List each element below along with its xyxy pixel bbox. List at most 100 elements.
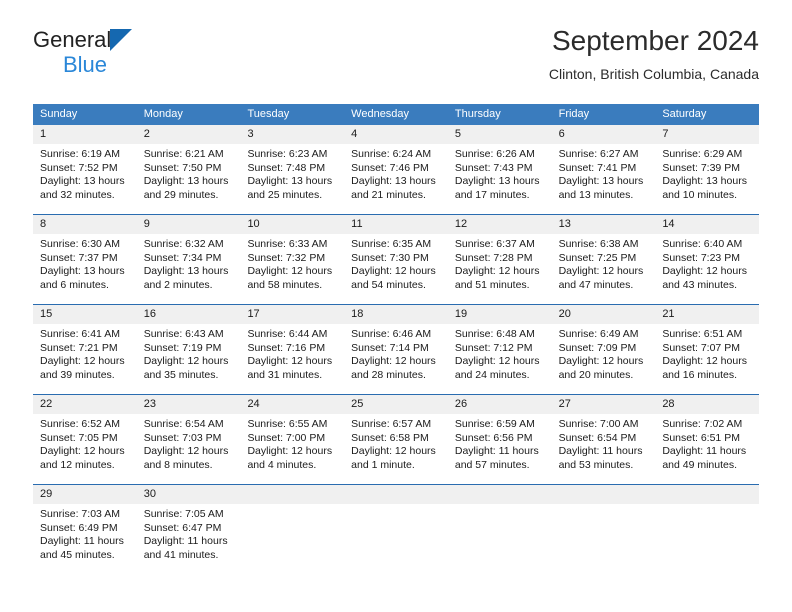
- day-number[interactable]: 18: [344, 305, 448, 324]
- day-cell[interactable]: Sunrise: 6:33 AM Sunset: 7:32 PM Daylight:…: [240, 234, 344, 304]
- day-cell[interactable]: Sunrise: 6:54 AM Sunset: 7:03 PM Daylight:…: [137, 414, 241, 484]
- day-cell[interactable]: Sunrise: 6:48 AM Sunset: 7:12 PM Daylight:…: [448, 324, 552, 394]
- day-info-line: Sunset: 7:37 PM: [40, 251, 118, 264]
- day-number[interactable]: 23: [137, 395, 241, 414]
- day-info-line: Sunset: 7:14 PM: [351, 341, 429, 354]
- day-cell[interactable]: Sunrise: 6:44 AM Sunset: 7:16 PM Daylight:…: [240, 324, 344, 394]
- day-info-line: Daylight: 12 hours: [247, 265, 333, 278]
- logo-word-general: General: [33, 27, 112, 52]
- day-info-line: and 51 minutes.: [454, 278, 530, 291]
- day-number[interactable]: 29: [33, 485, 137, 504]
- day-cell[interactable]: Sunrise: 7:00 AM Sunset: 6:54 PM Daylight:…: [552, 414, 656, 484]
- day-info-line: and 43 minutes.: [662, 278, 738, 291]
- day-number[interactable]: 3: [240, 125, 344, 144]
- day-number[interactable]: 14: [655, 215, 759, 234]
- day-cell[interactable]: Sunrise: 6:55 AM Sunset: 7:00 PM Daylight:…: [240, 414, 344, 484]
- day-cell[interactable]: Sunrise: 7:05 AM Sunset: 6:47 PM Daylight:…: [137, 504, 241, 574]
- day-info-line: and 47 minutes.: [558, 278, 634, 291]
- day-cell[interactable]: Sunrise: 6:37 AM Sunset: 7:28 PM Daylight:…: [448, 234, 552, 304]
- week-date-band: 8 9 10 11 12 13 14: [33, 215, 759, 234]
- day-cell[interactable]: Sunrise: 6:29 AM Sunset: 7:39 PM Daylight:…: [655, 144, 759, 214]
- day-number[interactable]: 26: [448, 395, 552, 414]
- day-info-line: Daylight: 13 hours: [143, 265, 229, 278]
- day-info-line: Sunset: 7:07 PM: [662, 341, 740, 354]
- day-cell[interactable]: Sunrise: 6:51 AM Sunset: 7:07 PM Daylight:…: [655, 324, 759, 394]
- day-info-line: Sunset: 7:21 PM: [40, 341, 118, 354]
- day-number[interactable]: 21: [655, 305, 759, 324]
- day-cell[interactable]: Sunrise: 6:30 AM Sunset: 7:37 PM Daylight:…: [33, 234, 137, 304]
- day-cell[interactable]: Sunrise: 6:43 AM Sunset: 7:19 PM Daylight:…: [137, 324, 241, 394]
- day-number[interactable]: 4: [344, 125, 448, 144]
- day-cell[interactable]: Sunrise: 6:41 AM Sunset: 7:21 PM Daylight:…: [33, 324, 137, 394]
- day-info-line: Sunrise: 6:30 AM: [40, 238, 120, 250]
- day-info-line: Sunset: 7:50 PM: [143, 161, 222, 174]
- day-info-line: Daylight: 12 hours: [662, 355, 747, 368]
- day-number[interactable]: 30: [137, 485, 241, 504]
- day-info-line: Daylight: 12 hours: [558, 355, 644, 368]
- day-number[interactable]: 20: [552, 305, 656, 324]
- day-cell[interactable]: Sunrise: 6:38 AM Sunset: 7:25 PM Daylight:…: [552, 234, 656, 304]
- day-info-line: Sunrise: 6:35 AM: [351, 238, 432, 250]
- page-header: General Blue September 2024 Clinton, Bri…: [33, 25, 759, 98]
- day-number[interactable]: 1: [33, 125, 137, 144]
- day-number[interactable]: 15: [33, 305, 137, 324]
- day-number[interactable]: 5: [448, 125, 552, 144]
- day-info-line: and 2 minutes.: [143, 278, 213, 291]
- day-number[interactable]: 9: [137, 215, 241, 234]
- day-info-line: and 17 minutes.: [454, 188, 530, 201]
- day-number[interactable]: 8: [33, 215, 137, 234]
- day-info-line: Sunset: 6:58 PM: [351, 431, 429, 444]
- day-cell[interactable]: Sunrise: 7:03 AM Sunset: 6:49 PM Daylight:…: [33, 504, 137, 574]
- day-number[interactable]: 16: [137, 305, 241, 324]
- day-cell[interactable]: Sunrise: 6:40 AM Sunset: 7:23 PM Daylight:…: [655, 234, 759, 304]
- day-number[interactable]: 25: [344, 395, 448, 414]
- day-info-line: Sunrise: 6:57 AM: [351, 418, 432, 430]
- day-info-line: Daylight: 11 hours: [143, 535, 228, 548]
- day-number[interactable]: 27: [552, 395, 656, 414]
- day-cell[interactable]: Sunrise: 6:21 AM Sunset: 7:50 PM Daylight:…: [137, 144, 241, 214]
- day-number[interactable]: 11: [344, 215, 448, 234]
- day-info-line: Sunset: 7:34 PM: [143, 251, 222, 264]
- day-number[interactable]: 12: [448, 215, 552, 234]
- day-number[interactable]: 22: [33, 395, 137, 414]
- day-cell[interactable]: Sunrise: 6:23 AM Sunset: 7:48 PM Daylight:…: [240, 144, 344, 214]
- calendar-page: General Blue September 2024 Clinton, Bri…: [0, 0, 792, 612]
- day-cell[interactable]: Sunrise: 6:26 AM Sunset: 7:43 PM Daylight:…: [448, 144, 552, 214]
- weekday-header-monday: Monday: [143, 108, 183, 120]
- day-info-line: and 57 minutes.: [454, 458, 530, 471]
- day-number[interactable]: 2: [137, 125, 241, 144]
- weekday-header-wednesday: Wednesday: [351, 108, 410, 120]
- day-cell[interactable]: Sunrise: 6:32 AM Sunset: 7:34 PM Daylight:…: [137, 234, 241, 304]
- calendar-weeks: 1 2 3 4 5 6 7 Sunrise: 6:19 AM Sunset: 7:52 PM Da…: [33, 125, 759, 574]
- day-cell[interactable]: Sunrise: 6:27 AM Sunset: 7:41 PM Daylight:…: [552, 144, 656, 214]
- day-cell[interactable]: Sunrise: 6:46 AM Sunset: 7:14 PM Daylight:…: [344, 324, 448, 394]
- day-info-line: and 58 minutes.: [247, 278, 323, 291]
- day-number[interactable]: 13: [552, 215, 656, 234]
- day-number[interactable]: 7: [655, 125, 759, 144]
- day-number[interactable]: 24: [240, 395, 344, 414]
- day-number-empty: [240, 485, 344, 504]
- day-info-line: Sunset: 7:16 PM: [247, 341, 326, 354]
- day-info-line: Sunset: 7:39 PM: [662, 161, 740, 174]
- weekday-header-row: Sunday Monday Tuesday Wednesday Thursday Frid…: [33, 104, 759, 125]
- day-number[interactable]: 6: [552, 125, 656, 144]
- day-cell[interactable]: Sunrise: 6:59 AM Sunset: 6:56 PM Daylight:…: [448, 414, 552, 484]
- day-number[interactable]: 19: [448, 305, 552, 324]
- day-cell[interactable]: Sunrise: 6:57 AM Sunset: 6:58 PM Daylight:…: [344, 414, 448, 484]
- day-info-line: Sunset: 7:52 PM: [40, 161, 118, 174]
- day-info-line: and 25 minutes.: [247, 188, 323, 201]
- day-info-line: Daylight: 11 hours: [40, 535, 124, 548]
- day-info-line: and 4 minutes.: [247, 458, 317, 471]
- day-cell-empty: [344, 504, 448, 574]
- day-number-empty: [655, 485, 759, 504]
- day-cell[interactable]: Sunrise: 6:19 AM Sunset: 7:52 PM Daylight:…: [33, 144, 137, 214]
- day-cell[interactable]: Sunrise: 6:35 AM Sunset: 7:30 PM Daylight:…: [344, 234, 448, 304]
- day-number[interactable]: 17: [240, 305, 344, 324]
- day-number[interactable]: 10: [240, 215, 344, 234]
- day-cell[interactable]: Sunrise: 6:49 AM Sunset: 7:09 PM Daylight:…: [552, 324, 656, 394]
- day-cell[interactable]: Sunrise: 6:24 AM Sunset: 7:46 PM Daylight:…: [344, 144, 448, 214]
- day-cell[interactable]: Sunrise: 6:52 AM Sunset: 7:05 PM Daylight:…: [33, 414, 137, 484]
- day-cell[interactable]: Sunrise: 7:02 AM Sunset: 6:51 PM Daylight:…: [655, 414, 759, 484]
- week-date-band: 29 30: [33, 485, 759, 504]
- day-number[interactable]: 28: [655, 395, 759, 414]
